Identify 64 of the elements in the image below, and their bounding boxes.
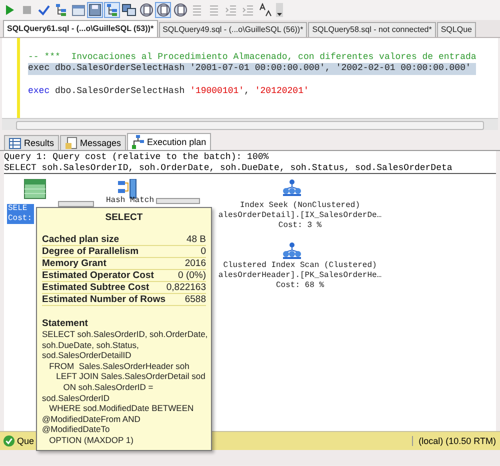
index-icon[interactable]	[282, 179, 302, 197]
font-size-icon	[258, 3, 272, 17]
tree-icon	[55, 3, 67, 17]
result-tab[interactable]: Results	[4, 135, 60, 150]
operator-label[interactable]: Clustered Index Scan (Clustered) alesOrderHeader].[PK_SalesOrderHe… Cost: 68 %	[211, 261, 389, 291]
indent-icon	[225, 4, 237, 16]
property-value: 0 (0%)	[178, 270, 206, 281]
success-icon	[3, 435, 15, 447]
overflow-icon[interactable]	[276, 3, 283, 17]
horizontal-scrollbar[interactable]	[2, 118, 498, 130]
toolbar-button[interactable]	[104, 2, 120, 18]
property-value: 6588	[184, 294, 206, 305]
code-line: -- *** Invocaciones al Procedimiento Almacenado, con diferentes valores de entrada	[28, 52, 476, 63]
property-label: Estimated Operator Cost	[42, 270, 154, 281]
document-tab[interactable]: SQLQuery49.sql - (...o\GuilleSQL (56))*	[158, 22, 308, 37]
document-tab[interactable]: SQLQuery58.sql - not connected*	[308, 22, 436, 37]
property-label: Degree of Parallelism	[42, 246, 139, 257]
toolbar-button[interactable]	[53, 2, 69, 18]
property-value: 0,822163	[166, 282, 206, 293]
message-icon	[65, 136, 78, 150]
grid-icon	[9, 138, 21, 148]
document-icon	[156, 3, 170, 17]
property-value: 48 B	[186, 234, 206, 245]
index-icon[interactable]	[282, 242, 302, 260]
property-label: Estimated Number of Rows	[42, 294, 166, 305]
server-info: (local) (10.50 RTM)	[412, 436, 500, 446]
property-value: 0	[200, 246, 206, 257]
document-icon	[140, 3, 152, 17]
lines-icon	[191, 4, 203, 16]
window-icon	[72, 4, 84, 16]
result-tab[interactable]: Execution plan	[127, 133, 212, 150]
windows-icon	[122, 4, 136, 16]
document-tab[interactable]: SQLQue	[436, 22, 476, 37]
property-label: Memory Grant	[42, 258, 106, 269]
stop-icon	[22, 5, 32, 15]
result-tab[interactable]: Messages	[60, 135, 126, 150]
toolbar-button[interactable]	[87, 2, 103, 18]
tooltip-title: SELECT	[104, 212, 144, 223]
indent-icon	[242, 4, 254, 16]
tree-icon	[106, 3, 118, 17]
toolbar-button[interactable]	[155, 2, 171, 18]
check-icon	[38, 4, 50, 16]
toolbar-button[interactable]	[138, 2, 154, 18]
toolbar-button[interactable]	[172, 2, 188, 18]
property-value: 2016	[184, 258, 206, 269]
table-icon[interactable]	[24, 179, 46, 199]
play-icon	[5, 4, 15, 16]
property-label: Cached plan size	[42, 234, 120, 245]
status-message: Que	[17, 436, 34, 446]
property-label: Estimated Subtree Cost	[42, 282, 150, 293]
statement-text: SELECT soh.SalesOrderID, soh.OrderDate, soh.DueDate, soh.Status, sod.SalesOrderDetailID FROM Sales.SalesOrderHeader soh LEFT JOIN Sales.SalesOrderDetail sod ON soh.SalesOrderID = sod.SalesOrderID WHERE sod.ModifiedDate BETWEEN @ModifiedDateFrom AND @ModifiedDateTo OPTION (MAXDOP 1)	[42, 329, 206, 446]
toolbar-button[interactable]	[121, 2, 137, 18]
document-icon	[174, 3, 186, 17]
operator-label[interactable]: Hash Match	[100, 196, 160, 206]
document-tab[interactable]: SQLQuery61.sql - (...o\GuilleSQL (53))*	[3, 20, 158, 37]
operator-label[interactable]: SELE Cost:	[7, 204, 34, 224]
plan-header-text: Query 1: Query cost (relative to the batch): 100%	[4, 152, 270, 163]
code-line: exec dbo.SalesOrderSelectHash '19000101', '20120201'	[28, 86, 310, 98]
plan-icon	[132, 135, 144, 149]
operator-label[interactable]: Index Seek (NonClustered) alesOrderDetail].[IX_SalesOrderDe… Cost: 3 %	[211, 201, 389, 231]
plan-header-text: SELECT soh.SalesOrderID, soh.OrderDate, soh.DueDate, soh.Status, sod.SalesOrderDeta	[4, 163, 454, 174]
toolbar-button[interactable]	[257, 2, 273, 18]
statement-label: Statement	[42, 318, 89, 329]
lines-icon	[208, 4, 220, 16]
